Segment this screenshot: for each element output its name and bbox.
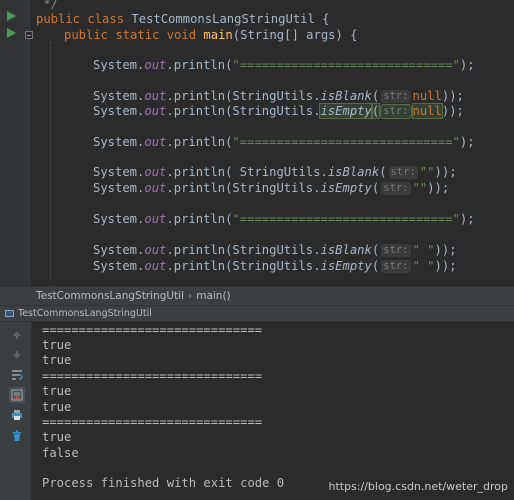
breadcrumb-class[interactable]: TestCommonsLangStringUtil: [36, 290, 184, 302]
console-line: true: [42, 338, 72, 352]
console-line: true: [42, 430, 72, 444]
down-arrow-icon[interactable]: [9, 347, 25, 363]
console-output[interactable]: ============================== true true…: [33, 322, 514, 500]
code-line-separator-3: System.out.println("====================…: [93, 212, 475, 226]
run-class-icon[interactable]: [7, 11, 16, 21]
code-line-isempty-space: System.out.println(StringUtils.isEmpty(s…: [93, 259, 457, 273]
breadcrumb-method[interactable]: main(): [196, 290, 230, 302]
application-icon: [5, 310, 14, 317]
code-line-separator-2: System.out.println("====================…: [93, 135, 475, 149]
scroll-to-end-icon[interactable]: [9, 387, 25, 403]
run-main-icon[interactable]: [7, 28, 16, 38]
param-hint: str:: [388, 166, 418, 179]
run-tab[interactable]: TestCommonsLangStringUtil: [0, 306, 158, 321]
code-line-isblank-space: System.out.println(StringUtils.isBlank(s…: [93, 243, 457, 257]
soft-wrap-icon[interactable]: [9, 367, 25, 383]
code-line-isblank-null: System.out.println(StringUtils.isBlank(s…: [93, 89, 464, 103]
run-toolbar: [0, 322, 32, 500]
code-line-main-decl: public static void main(String[] args) {: [64, 28, 358, 42]
indent-guide: [50, 42, 51, 282]
trash-icon[interactable]: [9, 428, 25, 444]
console-exit-line: Process finished with exit code 0: [42, 476, 285, 490]
console-line: true: [42, 400, 72, 414]
param-hint: str:: [381, 244, 411, 257]
code-line-separator-1: System.out.println("====================…: [93, 58, 475, 72]
breadcrumb: TestCommonsLangStringUtil › main(): [0, 286, 514, 306]
console-line: ==============================: [42, 369, 263, 383]
breadcrumb-separator: ›: [188, 290, 193, 302]
code-line-isempty-empty: System.out.println(StringUtils.isEmpty(s…: [93, 181, 450, 195]
param-hint: str:: [381, 260, 411, 273]
run-panel-header: TestCommonsLangStringUtil: [0, 306, 514, 322]
print-icon[interactable]: [9, 407, 25, 423]
editor-gutter: [0, 0, 33, 286]
watermark: https://blog.csdn.net/weter_drop: [328, 480, 508, 493]
param-hint: str:: [381, 90, 411, 103]
console-line: true: [42, 384, 72, 398]
code-line-class-decl: public class TestCommonsLangStringUtil {: [36, 12, 330, 26]
console-line: false: [42, 446, 79, 460]
run-tab-label: TestCommonsLangStringUtil: [18, 308, 152, 319]
code-editor[interactable]: */ public class TestCommonsLangStringUti…: [0, 0, 514, 286]
param-hint: str:: [380, 104, 412, 119]
param-hint: str:: [381, 182, 411, 195]
code-line-isblank-empty: System.out.println( StringUtils.isBlank(…: [93, 165, 457, 179]
code-line-isempty-null: System.out.println(StringUtils.isEmpty(s…: [93, 103, 464, 119]
console-line: true: [42, 353, 72, 367]
console-line: ==============================: [42, 415, 263, 429]
fold-icon[interactable]: [25, 31, 33, 39]
up-arrow-icon[interactable]: [9, 327, 25, 343]
console-line: ==============================: [42, 323, 263, 337]
